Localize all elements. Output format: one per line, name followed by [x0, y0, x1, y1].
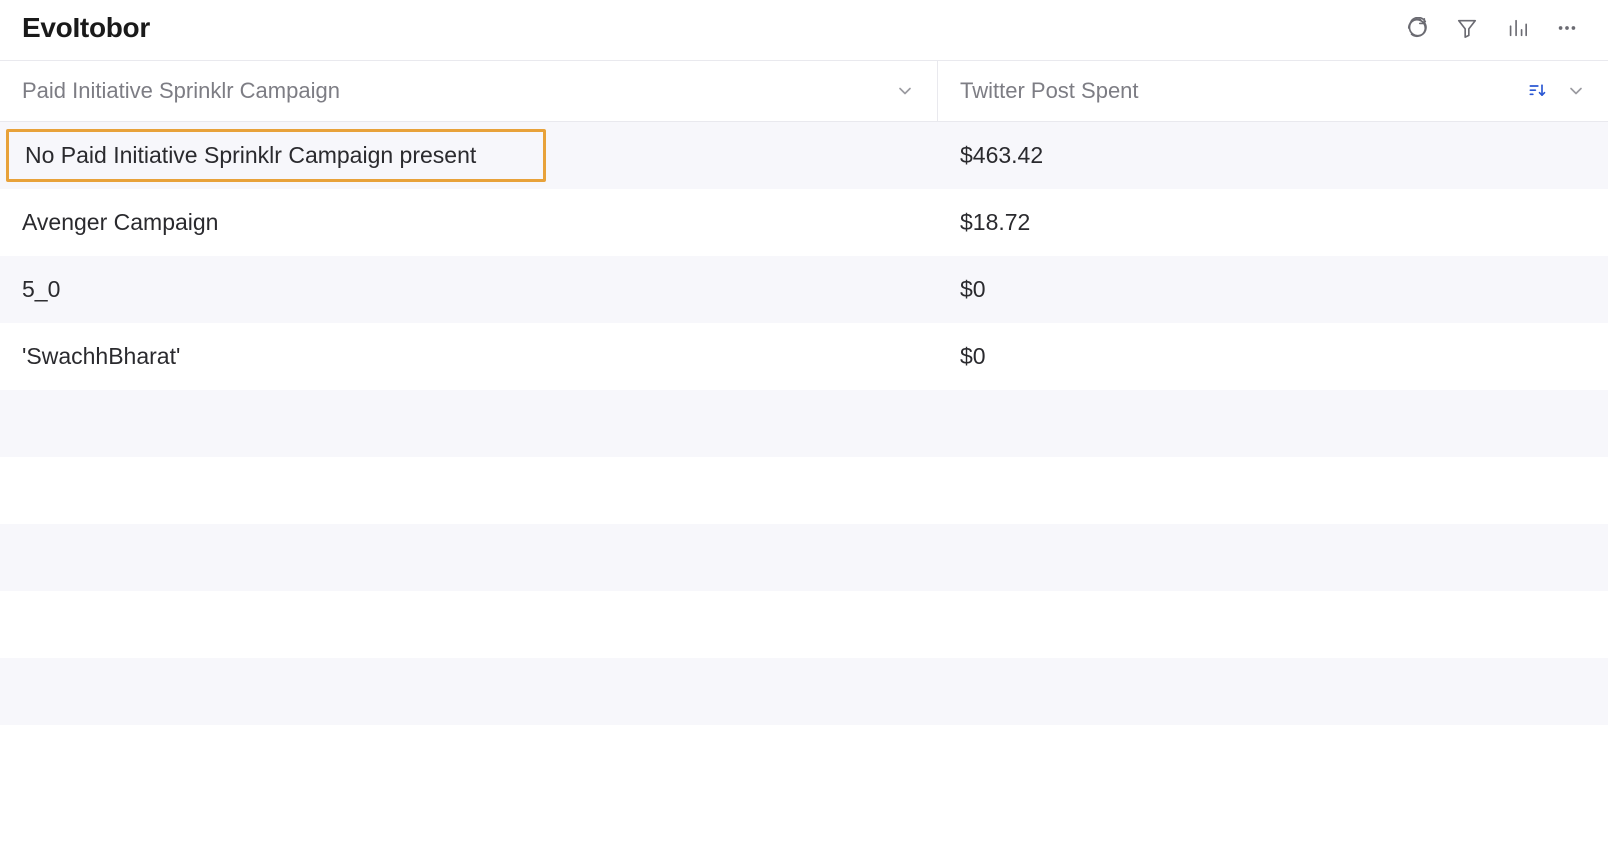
refresh-button[interactable] [1404, 15, 1430, 41]
chevron-down-icon [895, 81, 915, 101]
empty-row [0, 457, 1608, 524]
table-header: Paid Initiative Sprinklr Campaign Twitte… [0, 61, 1608, 122]
spent-cell: $0 [938, 276, 1608, 303]
empty-row [0, 725, 1608, 792]
column-label: Twitter Post Spent [960, 78, 1139, 104]
table-row[interactable]: 5_0 $0 [0, 256, 1608, 323]
table-row[interactable]: Avenger Campaign $18.72 [0, 189, 1608, 256]
table-row[interactable]: No Paid Initiative Sprinklr Campaign pre… [0, 122, 1608, 189]
chart-button[interactable] [1504, 15, 1530, 41]
highlighted-cell: No Paid Initiative Sprinklr Campaign pre… [6, 129, 546, 182]
toolbar [1404, 15, 1586, 41]
campaign-cell: No Paid Initiative Sprinklr Campaign pre… [0, 129, 938, 182]
page-title: EvoItobor [22, 12, 150, 44]
more-button[interactable] [1554, 15, 1580, 41]
campaign-cell: 'SwachhBharat' [0, 343, 938, 370]
bar-chart-icon [1506, 17, 1528, 39]
filter-icon [1456, 17, 1478, 39]
filter-button[interactable] [1454, 15, 1480, 41]
sort-descending-icon[interactable] [1526, 81, 1548, 101]
empty-row [0, 390, 1608, 457]
empty-row [0, 524, 1608, 591]
page-header: EvoItobor [0, 0, 1608, 61]
table-row[interactable]: 'SwachhBharat' $0 [0, 323, 1608, 390]
column-label: Paid Initiative Sprinklr Campaign [22, 78, 340, 104]
spent-cell: $0 [938, 343, 1608, 370]
column-header-spent[interactable]: Twitter Post Spent [938, 61, 1608, 121]
column-header-campaign[interactable]: Paid Initiative Sprinklr Campaign [0, 61, 938, 121]
chevron-down-icon [1566, 81, 1586, 101]
campaign-cell: 5_0 [0, 276, 938, 303]
spent-cell: $463.42 [938, 142, 1608, 169]
empty-row [0, 658, 1608, 725]
table-body: No Paid Initiative Sprinklr Campaign pre… [0, 122, 1608, 792]
more-horizontal-icon [1555, 17, 1579, 39]
spent-cell: $18.72 [938, 209, 1608, 236]
empty-row [0, 591, 1608, 658]
campaign-cell: Avenger Campaign [0, 209, 938, 236]
